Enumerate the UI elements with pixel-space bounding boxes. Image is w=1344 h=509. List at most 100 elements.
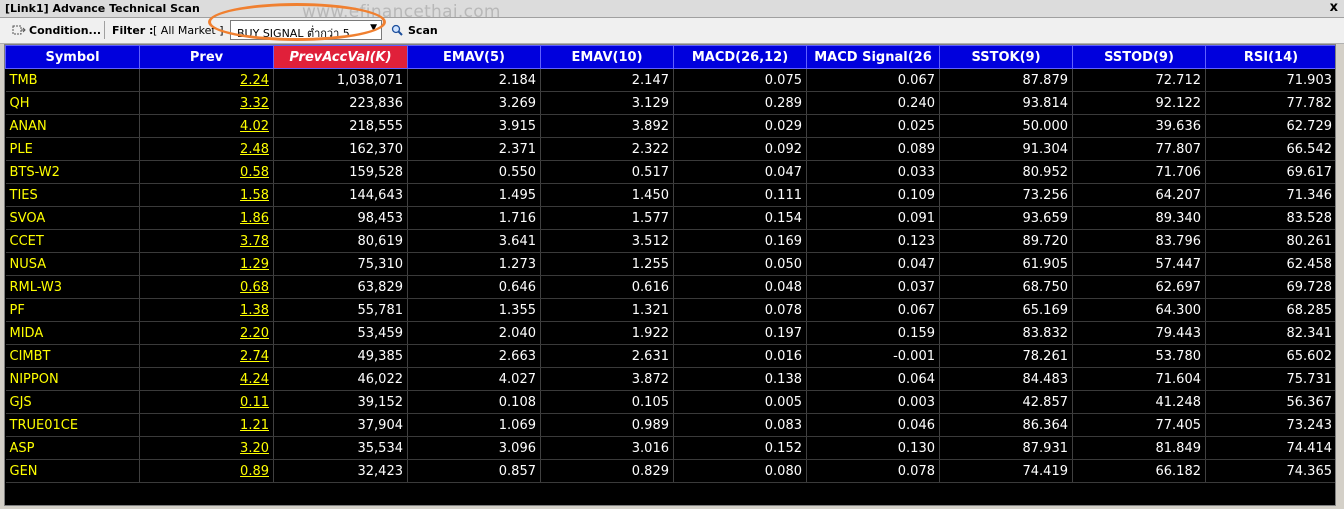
table-row[interactable]: PLE 2.48 162,370 2.371 2.322 0.092 0.089 91.304… <box>5 137 1335 161</box>
symbol-cell[interactable]: CCET <box>5 229 140 253</box>
value-cell: 0.130 <box>806 436 940 460</box>
value-cell: 50.000 <box>939 114 1073 138</box>
window-title: [Link1] Advance Technical Scan <box>5 2 200 15</box>
table-row[interactable]: ANAN 4.02 218,555 3.915 3.892 0.029 0.025 50.00… <box>5 114 1335 138</box>
prev-price-link[interactable]: 2.24 <box>139 68 274 92</box>
table-row[interactable]: PF 1.38 55,781 1.355 1.321 0.078 0.067 65.169 64… <box>5 298 1335 322</box>
scan-results-grid[interactable]: Symbol Prev PrevAccVal(K) EMAV(5) EMAV(10) MA… <box>4 44 1336 506</box>
value-cell: 93.659 <box>939 206 1073 230</box>
table-row[interactable]: ASP 3.20 35,534 3.096 3.016 0.152 0.130 87.931 8… <box>5 436 1335 460</box>
prev-price-link[interactable]: 1.86 <box>139 206 274 230</box>
table-row[interactable]: TIES 1.58 144,643 1.495 1.450 0.111 0.109 73.25… <box>5 183 1335 207</box>
table-row[interactable]: GJS 0.11 39,152 0.108 0.105 0.005 0.003 42.857 4… <box>5 390 1335 414</box>
symbol-cell[interactable]: GEN <box>5 459 140 483</box>
column-header[interactable]: Symbol <box>5 45 140 69</box>
table-row[interactable]: NUSA 1.29 75,310 1.273 1.255 0.050 0.047 61.905… <box>5 252 1335 276</box>
value-cell: 68.750 <box>939 275 1073 299</box>
column-header[interactable]: Prev <box>139 45 274 69</box>
value-cell: 0.197 <box>673 321 807 345</box>
value-cell: 81.849 <box>1072 436 1206 460</box>
prev-price-link[interactable]: 4.24 <box>139 367 274 391</box>
symbol-cell[interactable]: PLE <box>5 137 140 161</box>
header-row: Symbol Prev PrevAccVal(K) EMAV(5) EMAV(10) MA… <box>5 45 1335 69</box>
close-icon[interactable]: x <box>1330 0 1338 15</box>
column-header[interactable]: EMAV(10) <box>540 45 674 69</box>
value-cell: 68.285 <box>1205 298 1335 322</box>
value-cell: 39,152 <box>273 390 408 414</box>
table-row[interactable]: NIPPON 4.24 46,022 4.027 3.872 0.138 0.064 84.4… <box>5 367 1335 391</box>
value-cell: 66.182 <box>1072 459 1206 483</box>
filter-market-value[interactable]: [ All Market ] <box>153 24 224 37</box>
table-row[interactable]: TRUE01CE 1.21 37,904 1.069 0.989 0.083 0.046 86… <box>5 413 1335 437</box>
prev-price-link[interactable]: 3.32 <box>139 91 274 115</box>
condition-button[interactable]: Condition... <box>12 20 101 40</box>
value-cell: 46,022 <box>273 367 408 391</box>
column-header[interactable]: PrevAccVal(K) <box>273 45 408 69</box>
prev-price-link[interactable]: 4.02 <box>139 114 274 138</box>
prev-price-link[interactable]: 1.38 <box>139 298 274 322</box>
toolbar-divider <box>104 21 105 39</box>
value-cell: 0.989 <box>540 413 674 437</box>
value-cell: -0.001 <box>806 344 940 368</box>
table-row[interactable]: RML-W3 0.68 63,829 0.646 0.616 0.048 0.037 68.7… <box>5 275 1335 299</box>
table-row[interactable]: TMB 2.24 1,038,071 2.184 2.147 0.075 0.067 87.8… <box>5 68 1335 92</box>
value-cell: 1.321 <box>540 298 674 322</box>
scan-button[interactable]: Scan <box>391 20 438 40</box>
prev-price-link[interactable]: 0.11 <box>139 390 274 414</box>
symbol-cell[interactable]: TIES <box>5 183 140 207</box>
value-cell: 39.636 <box>1072 114 1206 138</box>
prev-price-link[interactable]: 0.89 <box>139 459 274 483</box>
symbol-cell[interactable]: MIDA <box>5 321 140 345</box>
symbol-cell[interactable]: SVOA <box>5 206 140 230</box>
value-cell: 0.033 <box>806 160 940 184</box>
value-cell: 223,836 <box>273 91 408 115</box>
prev-price-link[interactable]: 2.74 <box>139 344 274 368</box>
value-cell: 56.367 <box>1205 390 1335 414</box>
prev-price-link[interactable]: 1.58 <box>139 183 274 207</box>
column-header[interactable]: EMAV(5) <box>407 45 541 69</box>
condition-label: Condition... <box>29 23 102 37</box>
column-header[interactable]: SSTOK(9) <box>939 45 1073 69</box>
signal-select-value: BUY SIGNAL ต่ำกว่า 5 <box>237 27 350 40</box>
prev-price-link[interactable]: 0.58 <box>139 160 274 184</box>
symbol-cell[interactable]: TMB <box>5 68 140 92</box>
value-cell: 62.458 <box>1205 252 1335 276</box>
prev-price-link[interactable]: 3.78 <box>139 229 274 253</box>
symbol-cell[interactable]: CIMBT <box>5 344 140 368</box>
symbol-cell[interactable]: QH <box>5 91 140 115</box>
symbol-cell[interactable]: ASP <box>5 436 140 460</box>
column-header[interactable]: MACD Signal(26 <box>806 45 940 69</box>
symbol-cell[interactable]: TRUE01CE <box>5 413 140 437</box>
value-cell: 0.111 <box>673 183 807 207</box>
symbol-cell[interactable]: RML-W3 <box>5 275 140 299</box>
column-header[interactable]: SSTOD(9) <box>1072 45 1206 69</box>
column-header[interactable]: RSI(14) <box>1205 45 1335 69</box>
prev-price-link[interactable]: 2.48 <box>139 137 274 161</box>
symbol-cell[interactable]: PF <box>5 298 140 322</box>
column-header[interactable]: MACD(26,12) <box>673 45 807 69</box>
symbol-cell[interactable]: BTS-W2 <box>5 160 140 184</box>
prev-price-link[interactable]: 2.20 <box>139 321 274 345</box>
table-row[interactable]: MIDA 2.20 53,459 2.040 1.922 0.197 0.159 83.832… <box>5 321 1335 345</box>
signal-select[interactable]: BUY SIGNAL ต่ำกว่า 5 ▼ <box>230 20 382 40</box>
symbol-cell[interactable]: NUSA <box>5 252 140 276</box>
value-cell: 2.040 <box>407 321 541 345</box>
symbol-cell[interactable]: GJS <box>5 390 140 414</box>
prev-price-link[interactable]: 0.68 <box>139 275 274 299</box>
table-row[interactable]: CIMBT 2.74 49,385 2.663 2.631 0.016 -0.001 78.2… <box>5 344 1335 368</box>
value-cell: 0.289 <box>673 91 807 115</box>
table-row[interactable]: BTS-W2 0.58 159,528 0.550 0.517 0.047 0.033 80.… <box>5 160 1335 184</box>
prev-price-link[interactable]: 3.20 <box>139 436 274 460</box>
chevron-down-icon[interactable]: ▼ <box>370 23 377 33</box>
table-row[interactable]: QH 3.32 223,836 3.269 3.129 0.289 0.240 93.814 9… <box>5 91 1335 115</box>
value-cell: 65.169 <box>939 298 1073 322</box>
symbol-cell[interactable]: ANAN <box>5 114 140 138</box>
value-cell: 1.355 <box>407 298 541 322</box>
toolbar: Condition... Filter : [ All Market ] BUY… <box>0 18 1344 44</box>
table-row[interactable]: GEN 0.89 32,423 0.857 0.829 0.080 0.078 74.419 6… <box>5 459 1335 483</box>
table-row[interactable]: CCET 3.78 80,619 3.641 3.512 0.169 0.123 89.720… <box>5 229 1335 253</box>
prev-price-link[interactable]: 1.21 <box>139 413 274 437</box>
table-row[interactable]: SVOA 1.86 98,453 1.716 1.577 0.154 0.091 93.659… <box>5 206 1335 230</box>
prev-price-link[interactable]: 1.29 <box>139 252 274 276</box>
symbol-cell[interactable]: NIPPON <box>5 367 140 391</box>
